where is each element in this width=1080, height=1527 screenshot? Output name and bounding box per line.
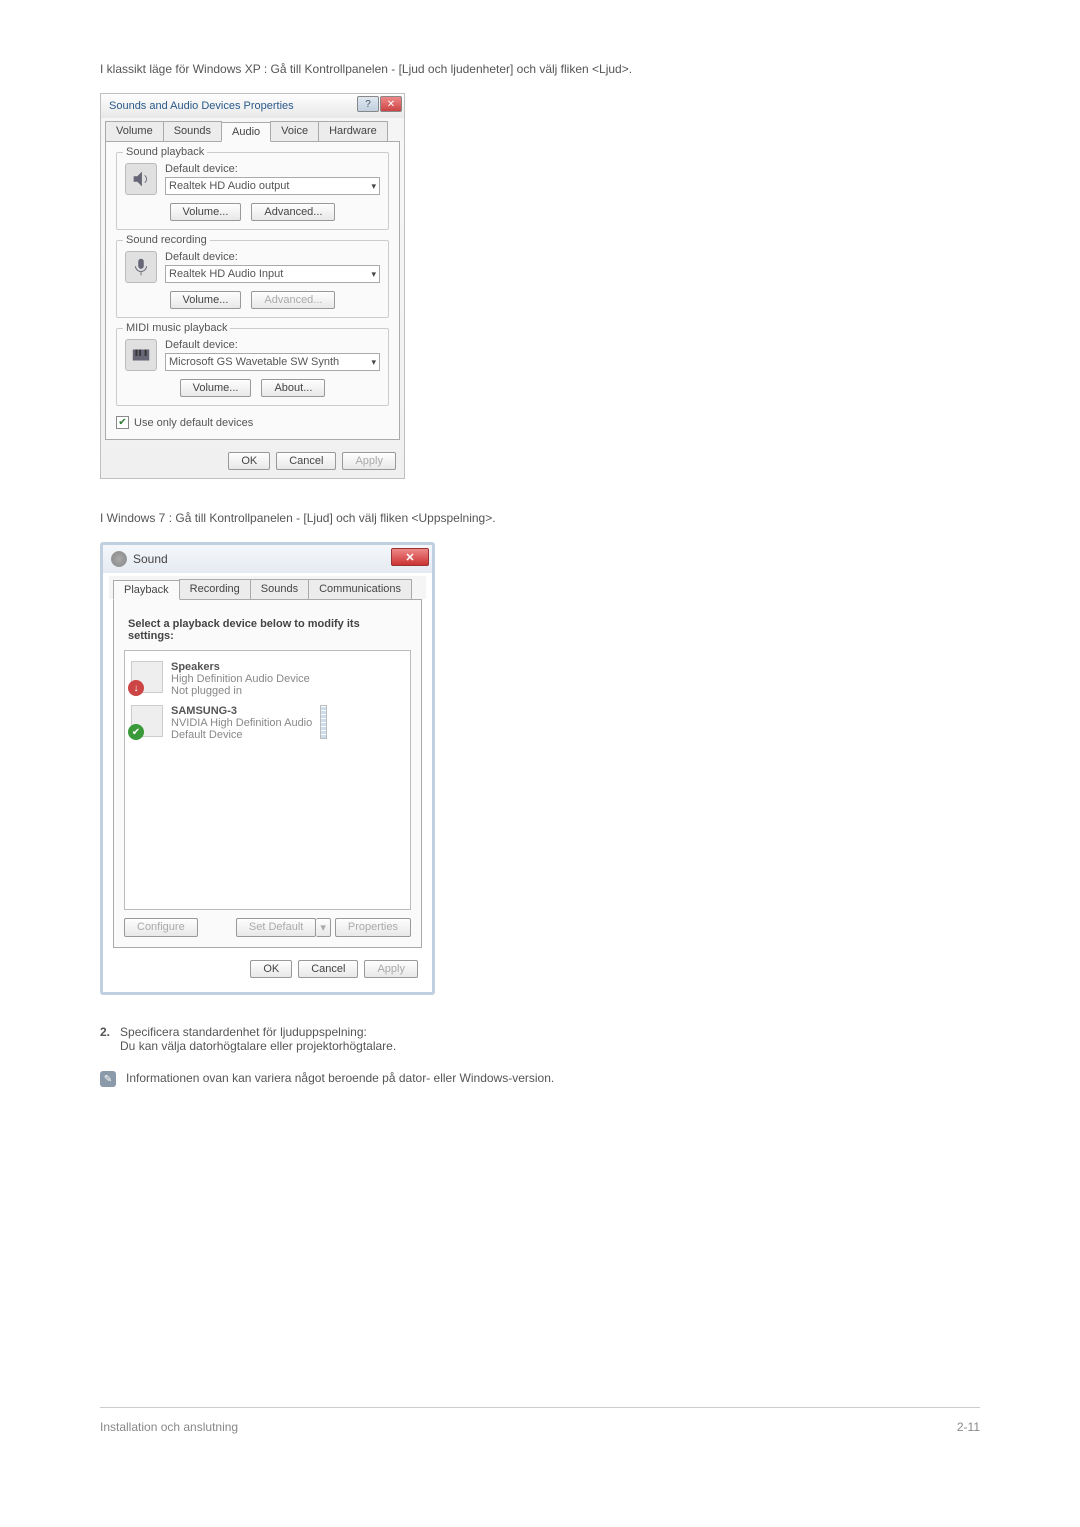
tab-hardware[interactable]: Hardware <box>318 121 388 141</box>
properties-button: Properties <box>335 918 411 937</box>
speaker-icon: ↓ <box>131 661 163 693</box>
tab-recording[interactable]: Recording <box>179 579 251 599</box>
xp-apply-button: Apply <box>342 452 396 470</box>
xp-dialog-title: Sounds and Audio Devices Properties ? ✕ <box>101 94 404 118</box>
playback-device-select[interactable]: Realtek HD Audio output <box>165 177 380 195</box>
playback-advanced-button[interactable]: Advanced... <box>251 203 335 221</box>
xp-cancel-button[interactable]: Cancel <box>276 452 336 470</box>
w7-dialog-title: Sound ✕ <box>103 545 432 573</box>
playback-legend: Sound playback <box>123 146 207 158</box>
footer-left: Installation och anslutning <box>100 1420 238 1434</box>
footer-right: 2-11 <box>957 1420 980 1434</box>
intro-xp-text: I klassikt läge för Windows XP : Gå till… <box>100 60 980 78</box>
step-number: 2. <box>100 1025 110 1053</box>
tab-communications[interactable]: Communications <box>308 579 412 599</box>
playback-label: Default device: <box>165 163 380 175</box>
recording-advanced-button: Advanced... <box>251 291 335 309</box>
xp-dialog: Sounds and Audio Devices Properties ? ✕ … <box>100 93 405 479</box>
w7-dialog: Sound ✕ Playback Recording Sounds Commun… <box>100 542 435 995</box>
device-desc: NVIDIA High Definition Audio <box>171 717 312 729</box>
w7-apply-button: Apply <box>364 960 418 978</box>
w7-title-text: Sound <box>133 552 168 566</box>
midi-volume-button[interactable]: Volume... <box>180 379 252 397</box>
device-status: Not plugged in <box>171 685 310 697</box>
playback-group: Sound playback Default device: Realtek H… <box>116 152 389 230</box>
recording-legend: Sound recording <box>123 234 210 246</box>
footer: Installation och anslutning 2-11 <box>100 1407 980 1434</box>
xp-tab-body: Sound playback Default device: Realtek H… <box>105 141 400 440</box>
midi-group: MIDI music playback Default device: Micr… <box>116 328 389 406</box>
step-2-line1: Specificera standardenhet för ljuduppspe… <box>120 1025 396 1039</box>
tab-audio[interactable]: Audio <box>221 122 271 142</box>
w7-tabs: Playback Recording Sounds Communications <box>109 576 426 599</box>
info-icon: ✎ <box>100 1071 116 1087</box>
midi-icon <box>125 339 157 371</box>
step-2: 2. Specificera standardenhet för ljudupp… <box>100 1025 980 1053</box>
tab-sounds[interactable]: Sounds <box>163 121 222 141</box>
w7-tab-body: Select a playback device below to modify… <box>113 599 422 948</box>
set-default-button: Set Default <box>236 918 316 937</box>
set-default-dropdown: ▾ <box>316 918 331 937</box>
intro-w7-text: I Windows 7 : Gå till Kontrollpanelen - … <box>100 509 980 527</box>
tab-voice[interactable]: Voice <box>270 121 319 141</box>
device-status: Default Device <box>171 729 312 741</box>
sound-icon <box>111 551 127 567</box>
recording-device-select[interactable]: Realtek HD Audio Input <box>165 265 380 283</box>
xp-tabs: Volume Sounds Audio Voice Hardware <box>101 118 404 141</box>
tab-sounds-w7[interactable]: Sounds <box>250 579 309 599</box>
level-meter-icon <box>320 705 327 739</box>
speaker-icon <box>125 163 157 195</box>
recording-group: Sound recording Default device: Realtek … <box>116 240 389 318</box>
configure-button: Configure <box>124 918 198 937</box>
midi-legend: MIDI music playback <box>123 322 230 334</box>
w7-instruction: Select a playback device below to modify… <box>128 618 407 642</box>
step-2-line2: Du kan välja datorhögtalare eller projek… <box>120 1039 396 1053</box>
recording-label: Default device: <box>165 251 380 263</box>
w7-cancel-button[interactable]: Cancel <box>298 960 358 978</box>
list-item[interactable]: ↓ Speakers High Definition Audio Device … <box>131 657 404 701</box>
device-name: Speakers <box>171 661 310 673</box>
list-item[interactable]: ✔ SAMSUNG-3 NVIDIA High Definition Audio… <box>131 701 404 745</box>
midi-label: Default device: <box>165 339 380 351</box>
use-default-checkbox[interactable]: ✔ <box>116 416 129 429</box>
playback-volume-button[interactable]: Volume... <box>170 203 242 221</box>
xp-ok-button[interactable]: OK <box>228 452 270 470</box>
monitor-icon: ✔ <box>131 705 163 737</box>
close-icon[interactable]: ✕ <box>380 96 402 112</box>
use-default-label: Use only default devices <box>134 417 253 429</box>
unplugged-icon: ↓ <box>128 680 144 696</box>
close-icon[interactable]: ✕ <box>391 548 429 566</box>
help-icon[interactable]: ? <box>357 96 379 112</box>
note: ✎ Informationen ovan kan variera något b… <box>100 1071 980 1087</box>
tab-volume[interactable]: Volume <box>105 121 164 141</box>
device-name: SAMSUNG-3 <box>171 705 312 717</box>
w7-ok-button[interactable]: OK <box>250 960 292 978</box>
device-desc: High Definition Audio Device <box>171 673 310 685</box>
xp-dialog-title-text: Sounds and Audio Devices Properties <box>109 100 294 112</box>
tab-playback[interactable]: Playback <box>113 580 180 600</box>
midi-device-select[interactable]: Microsoft GS Wavetable SW Synth <box>165 353 380 371</box>
note-text: Informationen ovan kan variera något ber… <box>126 1071 554 1085</box>
device-list[interactable]: ↓ Speakers High Definition Audio Device … <box>124 650 411 910</box>
microphone-icon <box>125 251 157 283</box>
check-icon: ✔ <box>128 724 144 740</box>
recording-volume-button[interactable]: Volume... <box>170 291 242 309</box>
midi-about-button[interactable]: About... <box>261 379 325 397</box>
